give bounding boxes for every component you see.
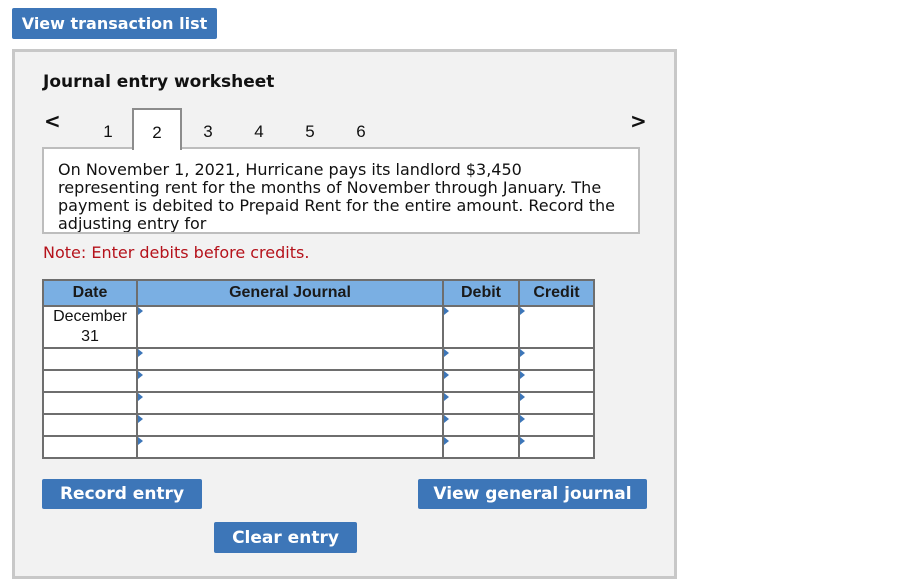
note-text: Note: Enter debits before credits. [43, 243, 310, 262]
credit-input[interactable] [518, 413, 595, 437]
credit-input[interactable] [518, 369, 595, 393]
debit-input[interactable] [442, 305, 520, 349]
table-row [42, 369, 595, 393]
table-row [42, 347, 595, 371]
credit-input[interactable] [518, 305, 595, 349]
input-indicator-icon [520, 393, 525, 401]
debit-input[interactable] [442, 413, 520, 437]
input-indicator-icon [444, 437, 449, 445]
dropdown-indicator-icon [138, 349, 143, 357]
date-cell: December 31 [42, 305, 138, 349]
table-row [42, 413, 595, 437]
dropdown-indicator-icon [138, 393, 143, 401]
view-transaction-list-button[interactable]: View transaction list [12, 8, 217, 39]
table-row: December 31 [42, 305, 595, 349]
input-indicator-icon [520, 371, 525, 379]
table-header-row: Date General Journal Debit Credit [42, 279, 595, 307]
dropdown-indicator-icon [138, 415, 143, 423]
tab-1[interactable]: 1 [83, 108, 133, 149]
tab-2[interactable]: 2 [132, 108, 182, 150]
date-value: December 31 [53, 308, 127, 345]
date-cell [42, 347, 138, 371]
tab-3[interactable]: 3 [183, 108, 233, 149]
chevron-right-icon[interactable]: > [630, 109, 647, 133]
record-entry-button[interactable]: Record entry [42, 479, 202, 509]
account-select[interactable] [136, 435, 444, 459]
view-general-journal-button[interactable]: View general journal [418, 479, 647, 509]
debit-input[interactable] [442, 369, 520, 393]
input-indicator-icon [444, 393, 449, 401]
dropdown-indicator-icon [138, 437, 143, 445]
clear-entry-button[interactable]: Clear entry [214, 522, 357, 553]
header-date: Date [42, 279, 138, 307]
tab-5[interactable]: 5 [285, 108, 335, 149]
credit-input[interactable] [518, 391, 595, 415]
dropdown-indicator-icon [138, 371, 143, 379]
journal-entry-table: Date General Journal Debit Credit Decemb… [42, 279, 595, 459]
account-select[interactable] [136, 305, 444, 349]
tab-6[interactable]: 6 [336, 108, 386, 149]
input-indicator-icon [520, 307, 525, 315]
account-select[interactable] [136, 369, 444, 393]
tab-4[interactable]: 4 [234, 108, 284, 149]
worksheet-title: Journal entry worksheet [43, 72, 275, 92]
description-text: On November 1, 2021, Hurricane pays its … [58, 160, 615, 233]
transaction-description[interactable]: On November 1, 2021, Hurricane pays its … [42, 147, 640, 234]
date-cell [42, 369, 138, 393]
input-indicator-icon [520, 349, 525, 357]
input-indicator-icon [444, 415, 449, 423]
dropdown-indicator-icon [138, 307, 143, 315]
debit-input[interactable] [442, 347, 520, 371]
header-general-journal: General Journal [136, 279, 444, 307]
input-indicator-icon [520, 415, 525, 423]
date-cell [42, 391, 138, 415]
date-cell [42, 435, 138, 459]
account-select[interactable] [136, 391, 444, 415]
input-indicator-icon [444, 349, 449, 357]
credit-input[interactable] [518, 347, 595, 371]
input-indicator-icon [444, 307, 449, 315]
account-select[interactable] [136, 413, 444, 437]
account-select[interactable] [136, 347, 444, 371]
input-indicator-icon [520, 437, 525, 445]
table-row [42, 391, 595, 415]
header-debit: Debit [442, 279, 520, 307]
date-cell [42, 413, 138, 437]
credit-input[interactable] [518, 435, 595, 459]
debit-input[interactable] [442, 435, 520, 459]
debit-input[interactable] [442, 391, 520, 415]
header-credit: Credit [518, 279, 595, 307]
chevron-left-icon[interactable]: < [44, 109, 61, 133]
table-row [42, 435, 595, 459]
input-indicator-icon [444, 371, 449, 379]
